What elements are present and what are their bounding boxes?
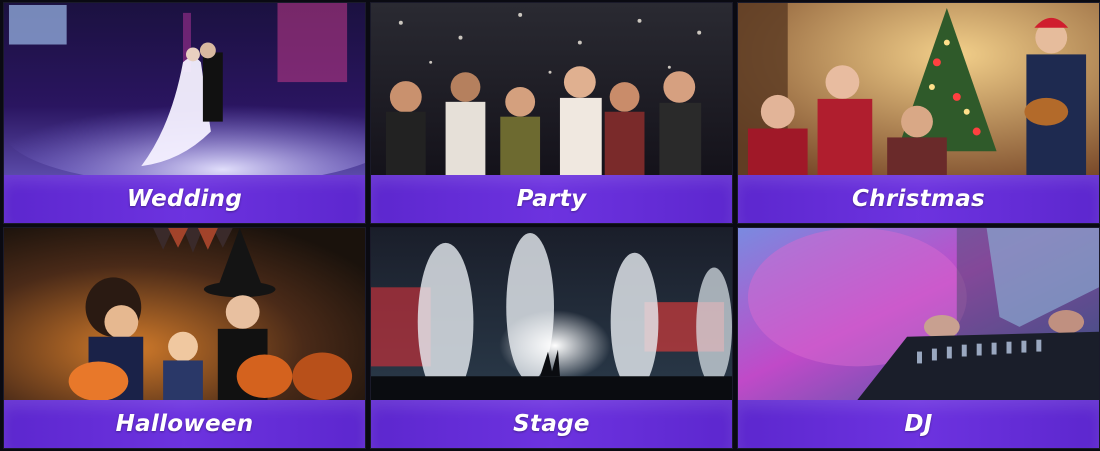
tile-label-dj: DJ <box>904 411 933 437</box>
tile-christmas[interactable]: Christmas <box>737 2 1100 224</box>
tile-label-party: Party <box>516 186 587 212</box>
tile-label-christmas: Christmas <box>851 186 986 212</box>
tile-wedding[interactable]: Wedding <box>3 2 366 224</box>
party-photo <box>371 3 732 175</box>
tile-label-bar: Wedding <box>4 175 365 223</box>
dj-photo <box>738 228 1099 400</box>
tile-label-bar: Christmas <box>738 175 1099 223</box>
tile-label-bar: DJ <box>738 400 1099 448</box>
tile-dj[interactable]: DJ <box>737 227 1100 449</box>
tile-halloween[interactable]: Halloween <box>3 227 366 449</box>
tile-label-bar: Stage <box>371 400 732 448</box>
tile-label-bar: Party <box>371 175 732 223</box>
tile-label-stage: Stage <box>513 411 590 437</box>
tile-party[interactable]: Party <box>370 2 733 224</box>
event-category-grid: Wedding Party Christmas Halloween Stage … <box>0 0 1100 451</box>
tile-label-wedding: Wedding <box>126 186 243 212</box>
halloween-photo <box>4 228 365 400</box>
christmas-photo <box>738 3 1099 175</box>
tile-label-bar: Halloween <box>4 400 365 448</box>
tile-label-halloween: Halloween <box>115 411 254 437</box>
tile-stage[interactable]: Stage <box>370 227 733 449</box>
wedding-photo <box>4 3 365 175</box>
stage-photo <box>371 228 732 400</box>
